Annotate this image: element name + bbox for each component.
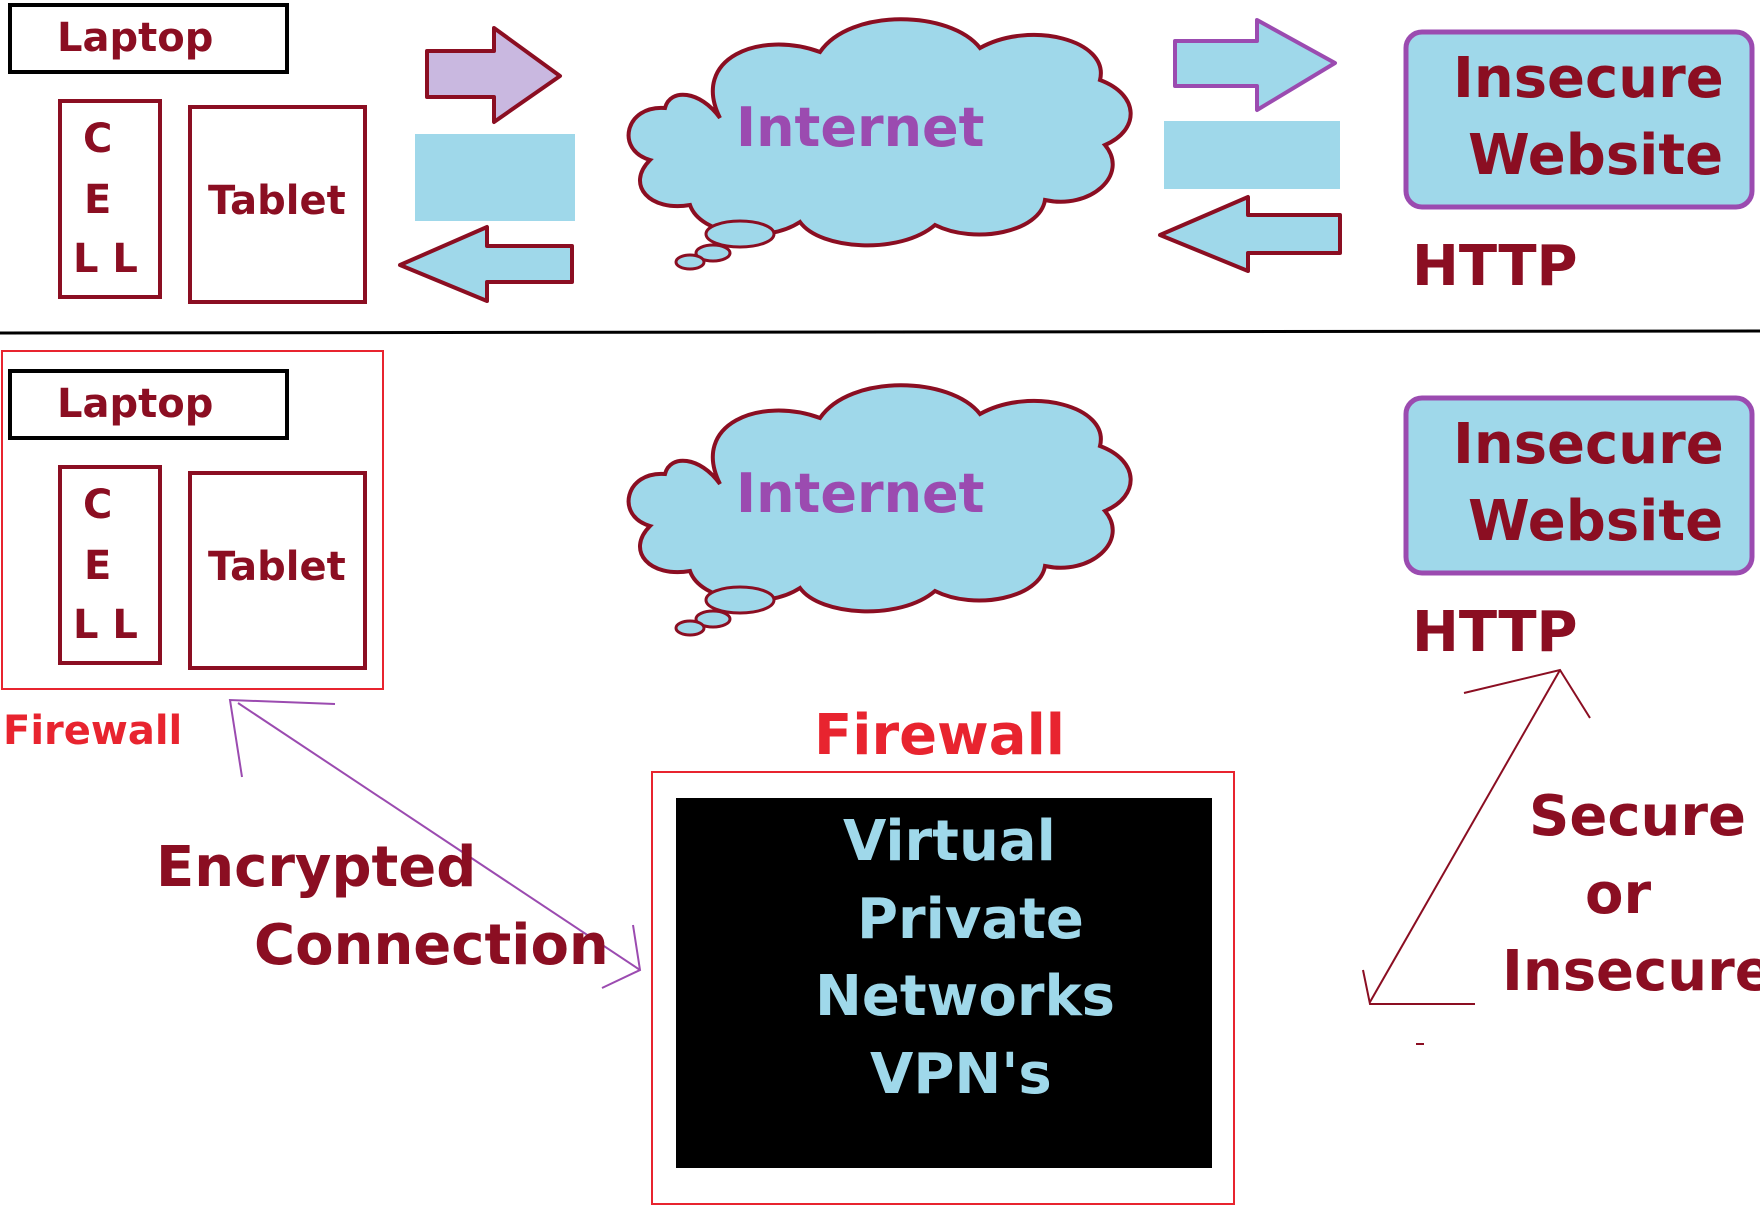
cell-letter-e: E	[84, 543, 112, 589]
cell-letter-e: E	[84, 177, 112, 223]
website-line2-bottom: Website	[1468, 489, 1724, 554]
encrypted-label-line1: Encrypted	[156, 835, 477, 900]
vpn-diagram: Laptop C E L L Tablet Internet Insecure …	[0, 0, 1760, 1226]
arrowhead-icon	[1463, 668, 1591, 719]
tablet-label-top: Tablet	[208, 178, 346, 224]
encrypted-label-line2: Connection	[254, 913, 609, 978]
website-line2-top: Website	[1468, 123, 1724, 188]
cell-letter-c: C	[83, 116, 113, 162]
secure-label-line1: Secure	[1529, 784, 1746, 849]
vpn-line-virtual: Virtual	[843, 809, 1056, 874]
http-label-top: HTTP	[1412, 234, 1578, 299]
arrow-right-icon	[1173, 18, 1337, 112]
http-label-bottom: HTTP	[1412, 600, 1578, 665]
secure-label-line2: or	[1585, 862, 1652, 927]
arrowhead-icon	[1362, 969, 1475, 1005]
vpn-firewall-label: Firewall	[814, 703, 1065, 768]
cell-letter-c: C	[83, 482, 113, 528]
laptop-label-bottom: Laptop	[57, 381, 214, 427]
thought-bubble-icon	[704, 219, 776, 249]
vpn-line-networks: Networks	[815, 964, 1116, 1029]
website-line1-top: Insecure	[1453, 46, 1724, 111]
internet-label-top: Internet	[736, 96, 985, 159]
vpn-line-vpns: VPN's	[870, 1042, 1052, 1107]
tablet-label-bottom: Tablet	[208, 544, 346, 590]
vpn-line-private: Private	[857, 887, 1084, 952]
connection-bar-right	[1164, 121, 1340, 189]
arrowhead-icon	[228, 698, 336, 778]
secure-label-line3: Insecure	[1502, 939, 1760, 1004]
arrow-left-icon	[398, 225, 574, 303]
arrow-left-icon	[1158, 195, 1342, 273]
arrow-right-icon	[425, 26, 562, 124]
internet-label-bottom: Internet	[736, 462, 985, 525]
website-line1-bottom: Insecure	[1453, 412, 1724, 477]
cell-letter-ll: L L	[73, 236, 138, 282]
connection-bar-left	[415, 134, 575, 221]
cell-letter-ll: L L	[73, 602, 138, 648]
device-firewall-label: Firewall	[3, 708, 183, 754]
thought-bubble-icon	[674, 253, 706, 271]
section-divider	[0, 329, 1760, 335]
laptop-label-top: Laptop	[57, 15, 214, 61]
thought-bubble-icon	[674, 619, 706, 637]
thought-bubble-icon	[704, 585, 776, 615]
